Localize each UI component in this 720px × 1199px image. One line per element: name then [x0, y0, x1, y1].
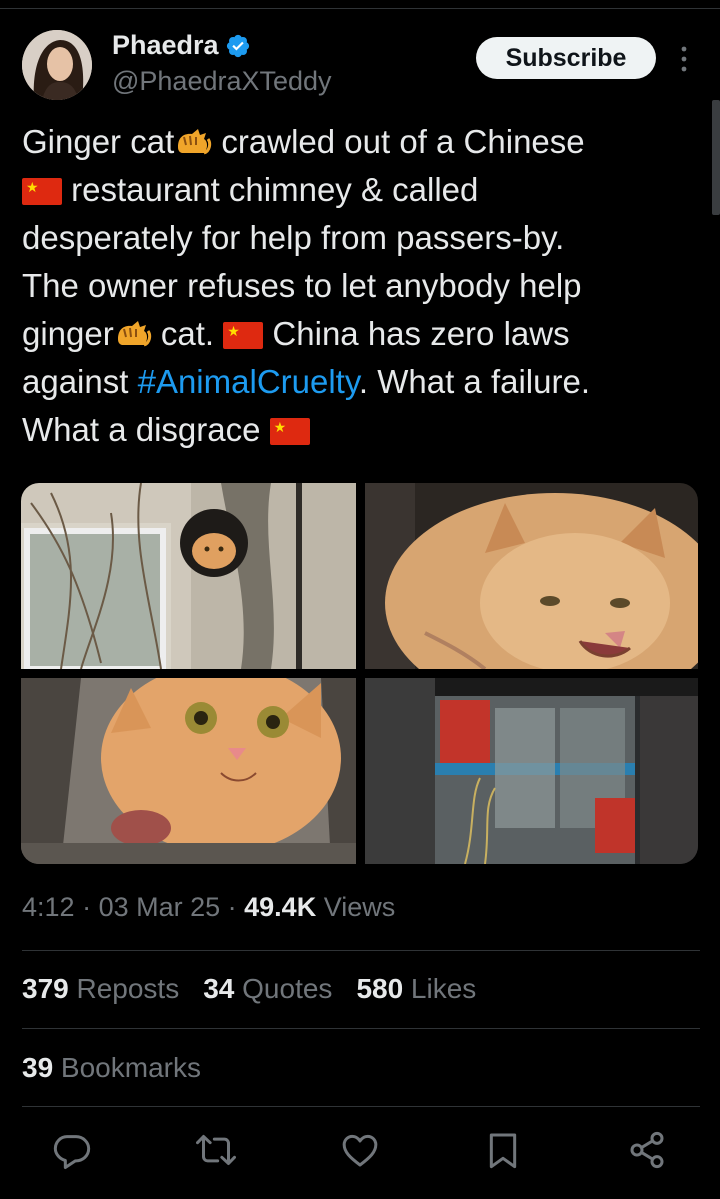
- subscribe-button[interactable]: Subscribe: [476, 37, 656, 79]
- divider: [22, 1028, 700, 1029]
- views-count: 49.4K: [244, 892, 317, 922]
- media-image-3[interactable]: [21, 678, 356, 864]
- verified-badge-icon: [226, 34, 249, 57]
- scrollbar[interactable]: [712, 100, 720, 215]
- quotes-count: 34: [203, 973, 235, 1004]
- repost-icon[interactable]: [196, 1130, 236, 1170]
- reply-icon[interactable]: [52, 1130, 92, 1170]
- tweet-text-segment: desperately for help from passers-by.: [22, 219, 565, 256]
- media-grid: [21, 483, 698, 864]
- likes-count: 580: [356, 973, 404, 1004]
- views-label: Views: [316, 892, 396, 922]
- tweet-text-segment: restaurant chimney & called: [62, 171, 479, 208]
- bookmarks-stat[interactable]: 39 Bookmarks: [22, 1052, 201, 1084]
- divider: [22, 1106, 700, 1107]
- tweet-meta: 4:12 · 03 Mar 25 · 49.4K Views: [22, 892, 395, 923]
- tweet-text-segment: What a disgrace: [22, 411, 270, 448]
- like-icon[interactable]: [340, 1130, 380, 1170]
- tweet-text-segment: cat.: [151, 315, 224, 352]
- hashtag-link[interactable]: #AnimalCruelty: [138, 363, 359, 400]
- bookmark-icon[interactable]: [483, 1130, 523, 1170]
- china-flag-icon: ★: [223, 322, 264, 349]
- media-image-4[interactable]: [365, 678, 698, 864]
- divider: [22, 950, 700, 951]
- tweet-text-segment: Ginger cat: [22, 123, 175, 160]
- meta-separator: ·: [74, 892, 99, 922]
- media-image-2[interactable]: [365, 483, 698, 669]
- author-name[interactable]: Phaedra: [112, 30, 219, 61]
- tweet-text-segment: The owner refuses to let anybody help: [22, 267, 582, 304]
- cat-emoji-icon: [117, 321, 151, 347]
- author-handle[interactable]: @PhaedraXTeddy: [112, 66, 332, 97]
- tweet-text-segment: China has zero laws: [263, 315, 570, 352]
- bookmarks-count: 39: [22, 1052, 54, 1083]
- meta-separator: ·: [220, 892, 245, 922]
- tweet-text: Ginger cat crawled out of a Chinese ★ re…: [22, 118, 702, 454]
- china-flag-icon: ★: [269, 418, 310, 445]
- top-divider: [0, 8, 720, 9]
- reposts-stat[interactable]: 379 Reposts: [22, 973, 179, 1005]
- quotes-label: Quotes: [234, 973, 333, 1004]
- tweet-text-segment: . What a failure.: [358, 363, 591, 400]
- tweet-date[interactable]: 03 Mar 25: [99, 892, 221, 922]
- reposts-label: Reposts: [68, 973, 180, 1004]
- quotes-stat[interactable]: 34 Quotes: [203, 973, 332, 1005]
- likes-stat[interactable]: 580 Likes: [356, 973, 476, 1005]
- tweet-time[interactable]: 4:12: [22, 892, 75, 922]
- likes-label: Likes: [403, 973, 477, 1004]
- china-flag-icon: ★: [22, 178, 62, 205]
- bookmarks-label: Bookmarks: [53, 1052, 201, 1083]
- tweet-text-segment: against: [22, 363, 138, 400]
- tweet-text-segment: crawled out of a Chinese: [212, 123, 585, 160]
- engagement-stats: 379 Reposts 34 Quotes 580 Likes: [22, 973, 476, 1005]
- avatar[interactable]: [22, 30, 92, 100]
- share-icon[interactable]: [627, 1130, 667, 1170]
- more-icon[interactable]: [676, 44, 692, 74]
- media-image-1[interactable]: [21, 483, 356, 669]
- tweet-text-segment: ginger: [22, 315, 114, 352]
- author-name-row: Phaedra: [112, 30, 251, 61]
- cat-emoji-icon: [178, 129, 212, 155]
- reposts-count: 379: [22, 973, 69, 1004]
